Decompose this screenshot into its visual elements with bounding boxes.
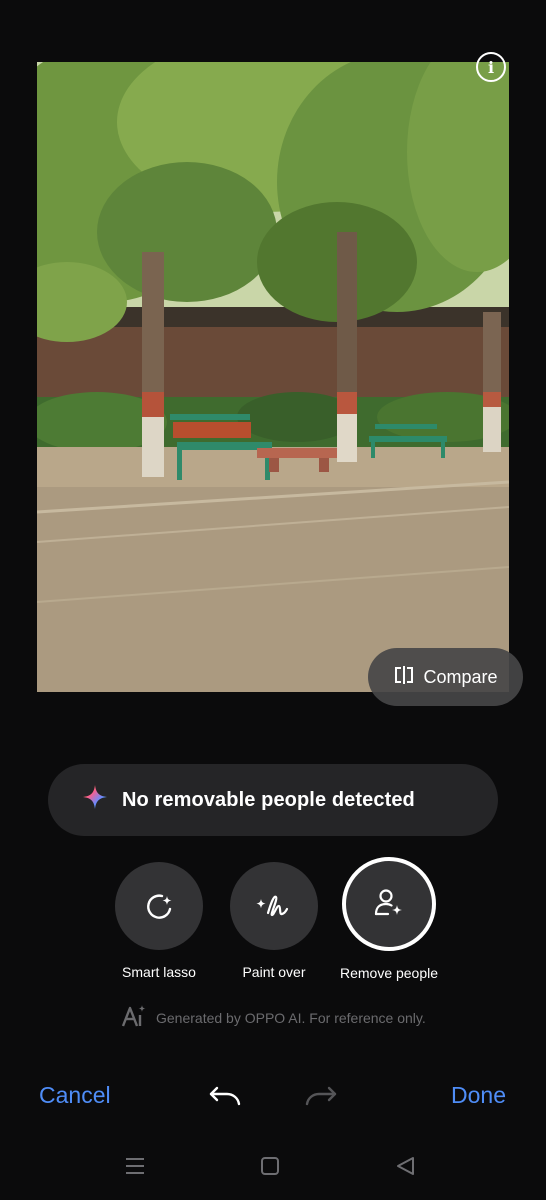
remove-people-icon <box>342 857 436 951</box>
undo-icon[interactable] <box>208 1082 242 1115</box>
disclaimer-text: Generated by OPPO AI. For reference only… <box>156 1009 426 1026</box>
ai-icon <box>120 1004 148 1031</box>
ai-sparkle-icon <box>82 784 108 816</box>
tool-smart-lasso[interactable]: Smart lasso <box>104 860 214 980</box>
back-icon[interactable] <box>394 1155 416 1182</box>
tool-remove-people[interactable]: Remove people <box>334 857 444 981</box>
tool-paint-over[interactable]: Paint over <box>219 860 329 980</box>
tool-label: Smart lasso <box>122 964 196 980</box>
edited-photo[interactable] <box>37 62 509 692</box>
redo-icon[interactable] <box>304 1082 338 1115</box>
tool-label: Remove people <box>339 965 439 981</box>
info-icon[interactable]: i <box>476 52 506 82</box>
paint-over-icon <box>230 862 318 950</box>
smart-lasso-icon <box>115 862 203 950</box>
home-icon[interactable] <box>259 1155 281 1182</box>
status-toast: No removable people detected <box>48 764 498 836</box>
done-button[interactable]: Done <box>451 1082 506 1109</box>
tool-label: Paint over <box>242 964 306 980</box>
compare-icon <box>393 665 415 690</box>
compare-button[interactable]: Compare <box>368 648 523 706</box>
ai-disclaimer: Generated by OPPO AI. For reference only… <box>120 1004 426 1031</box>
recent-apps-icon[interactable] <box>124 1155 146 1182</box>
cancel-button[interactable]: Cancel <box>39 1082 111 1109</box>
toast-message: No removable people detected <box>122 788 415 811</box>
compare-label: Compare <box>423 666 498 687</box>
